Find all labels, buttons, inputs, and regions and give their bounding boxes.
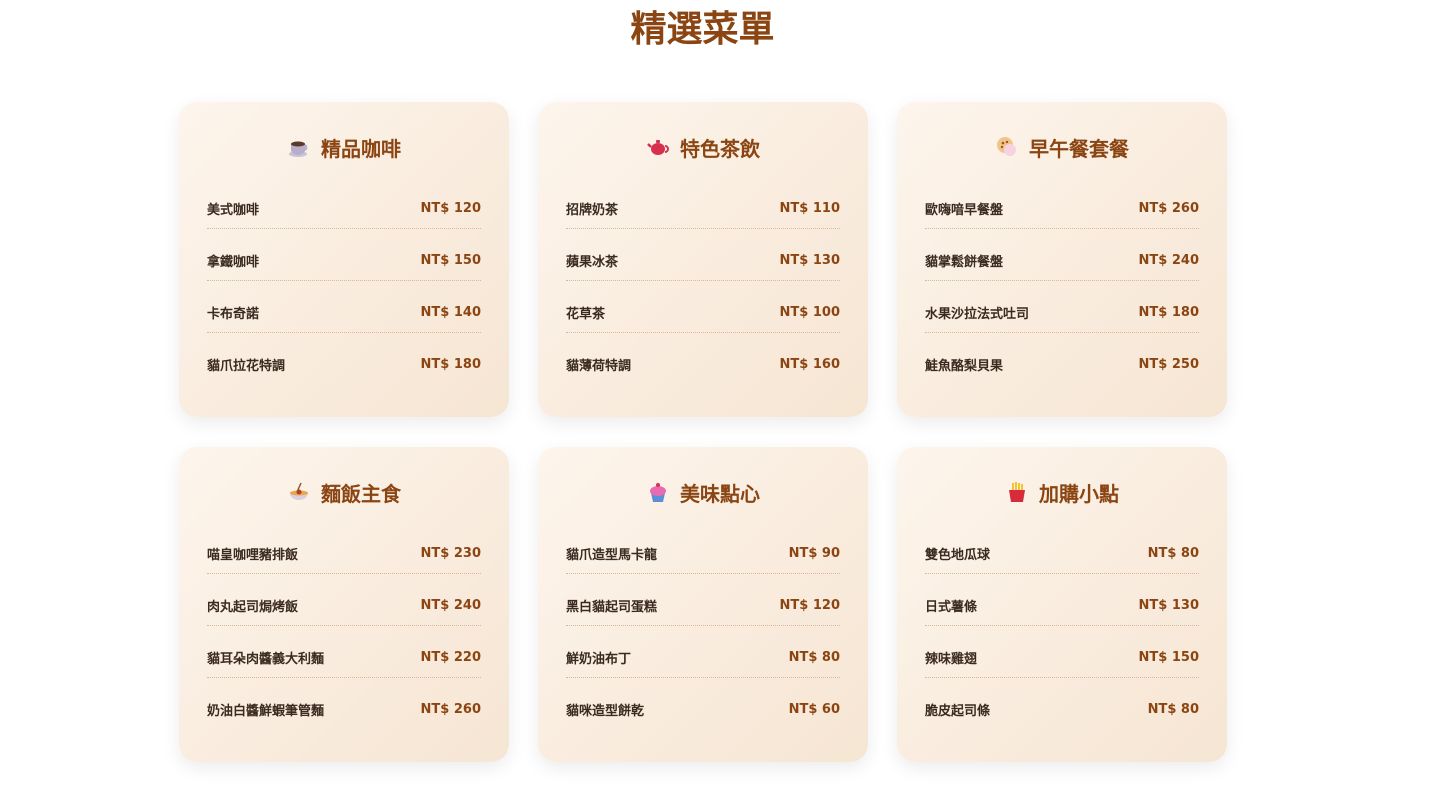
- item-name: 辣味雞翅: [925, 651, 978, 667]
- menu-item[interactable]: 花草茶 NT$ 100: [566, 292, 840, 333]
- item-name: 貓爪造型馬卡龍: [566, 547, 658, 563]
- item-price: NT$ 80: [1147, 545, 1199, 561]
- menu-item[interactable]: 辣味雞翅 NT$ 150: [925, 637, 1199, 678]
- item-price: NT$ 120: [420, 200, 481, 216]
- item-name: 黑白貓起司蛋糕: [566, 599, 658, 615]
- item-price: NT$ 130: [1138, 597, 1199, 613]
- card-title: 早午餐套餐: [1029, 136, 1129, 161]
- item-name: 奶油白醬鮮蝦筆管麵: [207, 703, 325, 719]
- item-price: NT$ 250: [1138, 356, 1199, 372]
- item-price: NT$ 140: [420, 304, 481, 320]
- item-name: 喵皇咖哩豬排飯: [207, 547, 299, 563]
- menu-card-brunch: 早午餐套餐 歐嗨喑早餐盤 NT$ 260 貓掌鬆餅餐盤 NT$ 240 水果沙拉法式…: [897, 102, 1227, 417]
- item-name: 花草茶: [566, 306, 606, 322]
- menu-item[interactable]: 貓掌鬆餅餐盤 NT$ 240: [925, 240, 1199, 281]
- card-header: 美味點心: [566, 477, 840, 507]
- card-header: 精品咖啡: [207, 132, 481, 162]
- item-name: 日式薯條: [925, 599, 978, 615]
- cupcake-icon: [646, 480, 670, 504]
- item-name: 歐嗨喑早餐盤: [925, 202, 1004, 218]
- item-price: NT$ 110: [779, 200, 840, 216]
- item-name: 肉丸起司焗烤飯: [207, 599, 299, 615]
- menu-item[interactable]: 招牌奶茶 NT$ 110: [566, 188, 840, 229]
- menu-card-desserts: 美味點心 貓爪造型馬卡龍 NT$ 90 黑白貓起司蛋糕 NT$ 120 鮮奶油布丁 N…: [538, 447, 868, 762]
- page-title: 精選菜單: [630, 9, 775, 50]
- item-price: NT$ 130: [779, 252, 840, 268]
- item-price: NT$ 220: [420, 649, 481, 665]
- item-price: NT$ 150: [420, 252, 481, 268]
- item-price: NT$ 160: [779, 356, 840, 372]
- menu-item[interactable]: 雙色地瓜球 NT$ 80: [925, 533, 1199, 574]
- item-price: NT$ 150: [1138, 649, 1199, 665]
- menu-item[interactable]: 肉丸起司焗烤飯 NT$ 240: [207, 585, 481, 626]
- card-title: 加購小點: [1039, 481, 1119, 506]
- coffee-cup-icon: [287, 135, 311, 159]
- menu-card-coffee: 精品咖啡 美式咖啡 NT$ 120 拿鐵咖啡 NT$ 150 卡布奇諾 NT$ 140…: [179, 102, 509, 417]
- menu-item[interactable]: 脆皮起司條 NT$ 80: [925, 689, 1199, 729]
- item-name: 美式咖啡: [207, 202, 260, 218]
- menu-card-sides: 加購小點 雙色地瓜球 NT$ 80 日式薯條 NT$ 130 辣味雞翅 NT$ 150…: [897, 447, 1227, 762]
- menu-item[interactable]: 黑白貓起司蛋糕 NT$ 120: [566, 585, 840, 626]
- item-name: 鮮奶油布丁: [566, 651, 632, 667]
- item-price: NT$ 180: [1138, 304, 1199, 320]
- item-price: NT$ 240: [420, 597, 481, 613]
- item-price: NT$ 60: [788, 701, 840, 717]
- item-price: NT$ 100: [779, 304, 840, 320]
- menu-item[interactable]: 水果沙拉法式吐司 NT$ 180: [925, 292, 1199, 333]
- item-name: 貓爪拉花特調: [207, 358, 286, 374]
- menu-item[interactable]: 喵皇咖哩豬排飯 NT$ 230: [207, 533, 481, 574]
- item-name: 雙色地瓜球: [925, 547, 991, 563]
- item-name: 貓薄荷特調: [566, 358, 632, 374]
- menu-item[interactable]: 鮮奶油布丁 NT$ 80: [566, 637, 840, 678]
- card-header: 加購小點: [925, 477, 1199, 507]
- item-name: 貓掌鬆餅餐盤: [925, 254, 1004, 270]
- item-price: NT$ 260: [420, 701, 481, 717]
- menu-card-tea: 特色茶飲 招牌奶茶 NT$ 110 蘋果冰茶 NT$ 130 花草茶 NT$ 100 …: [538, 102, 868, 417]
- item-name: 蘋果冰茶: [566, 254, 619, 270]
- noodle-bowl-icon: [287, 480, 311, 504]
- card-header: 早午餐套餐: [925, 132, 1199, 162]
- item-price: NT$ 260: [1138, 200, 1199, 216]
- item-name: 拿鐵咖啡: [207, 254, 260, 270]
- item-price: NT$ 90: [788, 545, 840, 561]
- item-price: NT$ 230: [420, 545, 481, 561]
- card-header: 特色茶飲: [566, 132, 840, 162]
- item-price: NT$ 240: [1138, 252, 1199, 268]
- menu-item[interactable]: 蘋果冰茶 NT$ 130: [566, 240, 840, 281]
- item-price: NT$ 180: [420, 356, 481, 372]
- menu-card-mains: 麵飯主食 喵皇咖哩豬排飯 NT$ 230 肉丸起司焗烤飯 NT$ 240 貓耳朵肉醬…: [179, 447, 509, 762]
- menu-item[interactable]: 歐嗨喑早餐盤 NT$ 260: [925, 188, 1199, 229]
- item-name: 脆皮起司條: [925, 703, 991, 719]
- cookie-icon: [995, 135, 1019, 159]
- fries-icon: [1005, 480, 1029, 504]
- menu-page: 精選菜單 精品咖啡 美式咖啡 NT$ 120 拿鐵咖啡 NT$ 150 卡布奇諾 NT…: [0, 0, 1443, 799]
- menu-item[interactable]: 鮭魚酪梨貝果 NT$ 250: [925, 344, 1199, 384]
- menu-item[interactable]: 貓咪造型餅乾 NT$ 60: [566, 689, 840, 729]
- card-title: 麵飯主食: [321, 481, 401, 506]
- card-header: 麵飯主食: [207, 477, 481, 507]
- menu-item[interactable]: 美式咖啡 NT$ 120: [207, 188, 481, 229]
- menu-item[interactable]: 貓薄荷特調 NT$ 160: [566, 344, 840, 384]
- card-title: 精品咖啡: [321, 136, 401, 161]
- item-name: 貓耳朵肉醬義大利麵: [207, 651, 325, 667]
- teapot-icon: [646, 135, 670, 159]
- item-name: 貓咪造型餅乾: [566, 703, 645, 719]
- menu-item[interactable]: 貓爪造型馬卡龍 NT$ 90: [566, 533, 840, 574]
- menu-item[interactable]: 貓爪拉花特調 NT$ 180: [207, 344, 481, 384]
- item-name: 水果沙拉法式吐司: [925, 306, 1030, 322]
- card-title: 美味點心: [680, 481, 760, 506]
- menu-item[interactable]: 貓耳朵肉醬義大利麵 NT$ 220: [207, 637, 481, 678]
- menu-item[interactable]: 奶油白醬鮮蝦筆管麵 NT$ 260: [207, 689, 481, 729]
- menu-grid: 精品咖啡 美式咖啡 NT$ 120 拿鐵咖啡 NT$ 150 卡布奇諾 NT$ 140…: [179, 102, 1227, 762]
- item-price: NT$ 80: [788, 649, 840, 665]
- item-price: NT$ 120: [779, 597, 840, 613]
- menu-item[interactable]: 卡布奇諾 NT$ 140: [207, 292, 481, 333]
- card-title: 特色茶飲: [680, 136, 760, 161]
- menu-item[interactable]: 拿鐵咖啡 NT$ 150: [207, 240, 481, 281]
- item-price: NT$ 80: [1147, 701, 1199, 717]
- item-name: 卡布奇諾: [207, 306, 260, 322]
- item-name: 鮭魚酪梨貝果: [925, 358, 1004, 374]
- menu-item[interactable]: 日式薯條 NT$ 130: [925, 585, 1199, 626]
- item-name: 招牌奶茶: [566, 202, 619, 218]
